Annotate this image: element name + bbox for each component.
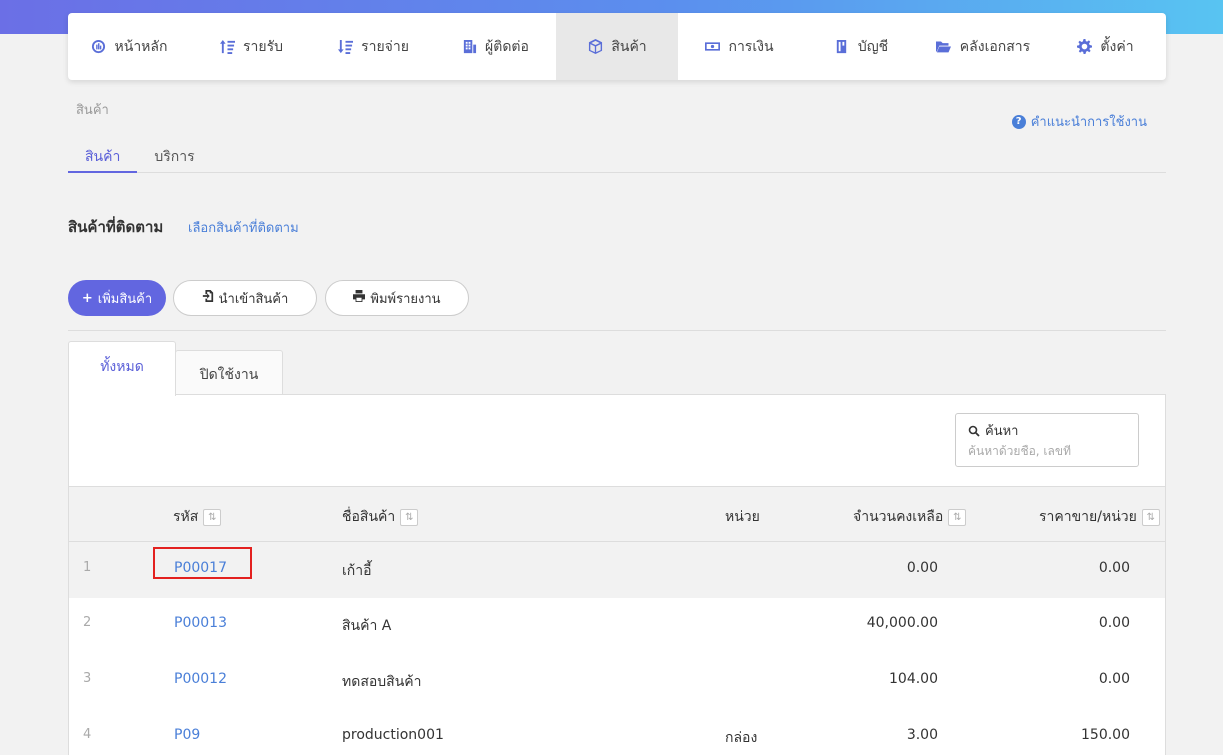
product-unit: กล่อง [725,730,758,746]
product-subtabs: สินค้า บริการ [68,140,1166,173]
add-product-label: เพิ่มสินค้า [97,291,153,307]
product-code-link[interactable]: P00017 [174,560,227,576]
table-row[interactable]: 4 P09 production001 กล่อง 3.00 150.00 [69,709,1165,755]
help-link[interactable]: ? คำแนะนำการใช้งาน [1011,111,1147,132]
product-code-link[interactable]: P00013 [174,615,227,631]
dashboard-icon [91,39,107,55]
tab-disabled[interactable]: ปิดใช้งาน [175,350,283,395]
search-input[interactable] [968,444,1126,458]
product-stock: 3.00 [906,727,938,743]
nav-item-products[interactable]: สินค้า [556,13,678,80]
product-stock: 104.00 [889,671,938,687]
help-link-label: คำแนะนำการใช้งาน [1030,115,1147,130]
question-circle-icon: ? [1011,114,1026,129]
table-header: รหัส ⇅ ชื่อสินค้า ⇅ หน่วย จำนวนคงเหลือ ⇅… [69,486,1165,542]
header-unit-label: หน่วย [725,509,760,525]
import-products-label: นำเข้าสินค้า [218,291,289,307]
gear-icon [1076,39,1092,55]
row-number: 1 [83,560,92,575]
book-icon [834,39,850,55]
header-stock: จำนวนคงเหลือ ⇅ [853,506,967,528]
search-label-text: ค้นหา [985,424,1019,439]
header-unit: หน่วย [725,506,760,528]
cube-icon [587,39,603,55]
product-price: 0.00 [1098,560,1130,576]
tracked-products-title: สินค้าที่ติดตาม [68,218,164,236]
product-price: 0.00 [1098,671,1130,687]
nav-label: การเงิน [728,38,774,55]
select-tracked-products-link[interactable]: เลือกสินค้าที่ติดตาม [188,217,299,238]
building-icon [461,39,477,55]
product-list-panel: ค้นหา รหัส ⇅ ชื่อสินค้า ⇅ หน่วย จำนวนคงเ… [68,394,1166,755]
search-icon [968,425,980,437]
nav-item-documents[interactable]: คลังเอกสาร [922,13,1044,80]
header-code-label: รหัส [173,509,199,525]
sort-icon[interactable]: ⇅ [400,508,419,526]
folder-open-icon [936,39,952,55]
sort-icon[interactable]: ⇅ [1141,508,1160,526]
sort-amount-icon [337,39,353,55]
tab-services[interactable]: บริการ [137,140,211,173]
row-number: 4 [83,727,92,742]
breadcrumb: สินค้า [76,103,109,118]
search-box: ค้นหา [955,413,1139,467]
header-name-label: ชื่อสินค้า [342,509,396,525]
import-products-button[interactable]: นำเข้าสินค้า [173,280,317,316]
header-price: ราคาขาย/หน่วย ⇅ [1039,506,1160,528]
product-code-link[interactable]: P09 [174,727,200,743]
product-price: 150.00 [1081,727,1130,743]
header-code: รหัส ⇅ [173,506,222,528]
print-report-button[interactable]: พิมพ์รายงาน [325,280,469,316]
product-name: production001 [342,727,444,743]
nav-label: รายจ่าย [361,38,409,55]
nav-item-expense[interactable]: รายจ่าย [312,13,434,80]
nav-item-contacts[interactable]: ผู้ติดต่อ [434,13,556,80]
nav-label: ตั้งค่า [1100,38,1134,55]
sort-icon[interactable]: ⇅ [203,508,222,526]
table-row[interactable]: 2 P00013 สินค้า A 40,000.00 0.00 [69,597,1165,653]
header-price-label: ราคาขาย/หน่วย [1039,509,1137,525]
row-number: 2 [83,615,92,630]
header-name: ชื่อสินค้า ⇅ [342,506,419,528]
nav-label: คลังเอกสาร [959,38,1031,55]
section-divider [68,330,1166,331]
sort-icon[interactable]: ⇅ [948,508,967,526]
sort-amount-icon [219,39,235,55]
product-name: สินค้า A [342,618,392,634]
nav-item-income[interactable]: รายรับ [190,13,312,80]
product-code-link[interactable]: P00012 [174,671,227,687]
tab-all[interactable]: ทั้งหมด [68,341,176,396]
nav-item-finance[interactable]: การเงิน [678,13,800,80]
nav-label: รายรับ [243,38,283,55]
product-name: เก้าอี้ [342,563,372,579]
product-stock: 0.00 [906,560,938,576]
product-stock: 40,000.00 [866,615,938,631]
nav-item-accounting[interactable]: บัญชี [800,13,922,80]
product-price: 0.00 [1098,615,1130,631]
row-number: 3 [83,671,92,686]
nav-item-settings[interactable]: ตั้งค่า [1044,13,1166,80]
nav-label: สินค้า [611,38,647,55]
nav-label: หน้าหลัก [114,38,168,55]
nav-label: บัญชี [857,38,889,55]
plus-icon: + [81,290,93,306]
add-product-button[interactable]: + เพิ่มสินค้า [68,280,166,316]
table-row[interactable]: 3 P00012 ทดสอบสินค้า 104.00 0.00 [69,653,1165,709]
nav-label: ผู้ติดต่อ [485,38,529,55]
money-icon [704,39,720,55]
main-navbar: หน้าหลัก รายรับ รายจ่าย ผู้ติดต่อ สินค้า… [68,13,1166,80]
file-import-icon [202,290,214,306]
product-name: ทดสอบสินค้า [342,674,422,690]
table-row[interactable]: 1 P00017 เก้าอี้ 0.00 0.00 [69,542,1165,598]
nav-item-home[interactable]: หน้าหลัก [68,13,190,80]
search-label: ค้นหา [968,420,1126,441]
header-stock-label: จำนวนคงเหลือ [853,509,944,525]
print-report-label: พิมพ์รายงาน [370,291,441,307]
tab-products[interactable]: สินค้า [68,140,138,173]
print-icon [353,290,366,306]
